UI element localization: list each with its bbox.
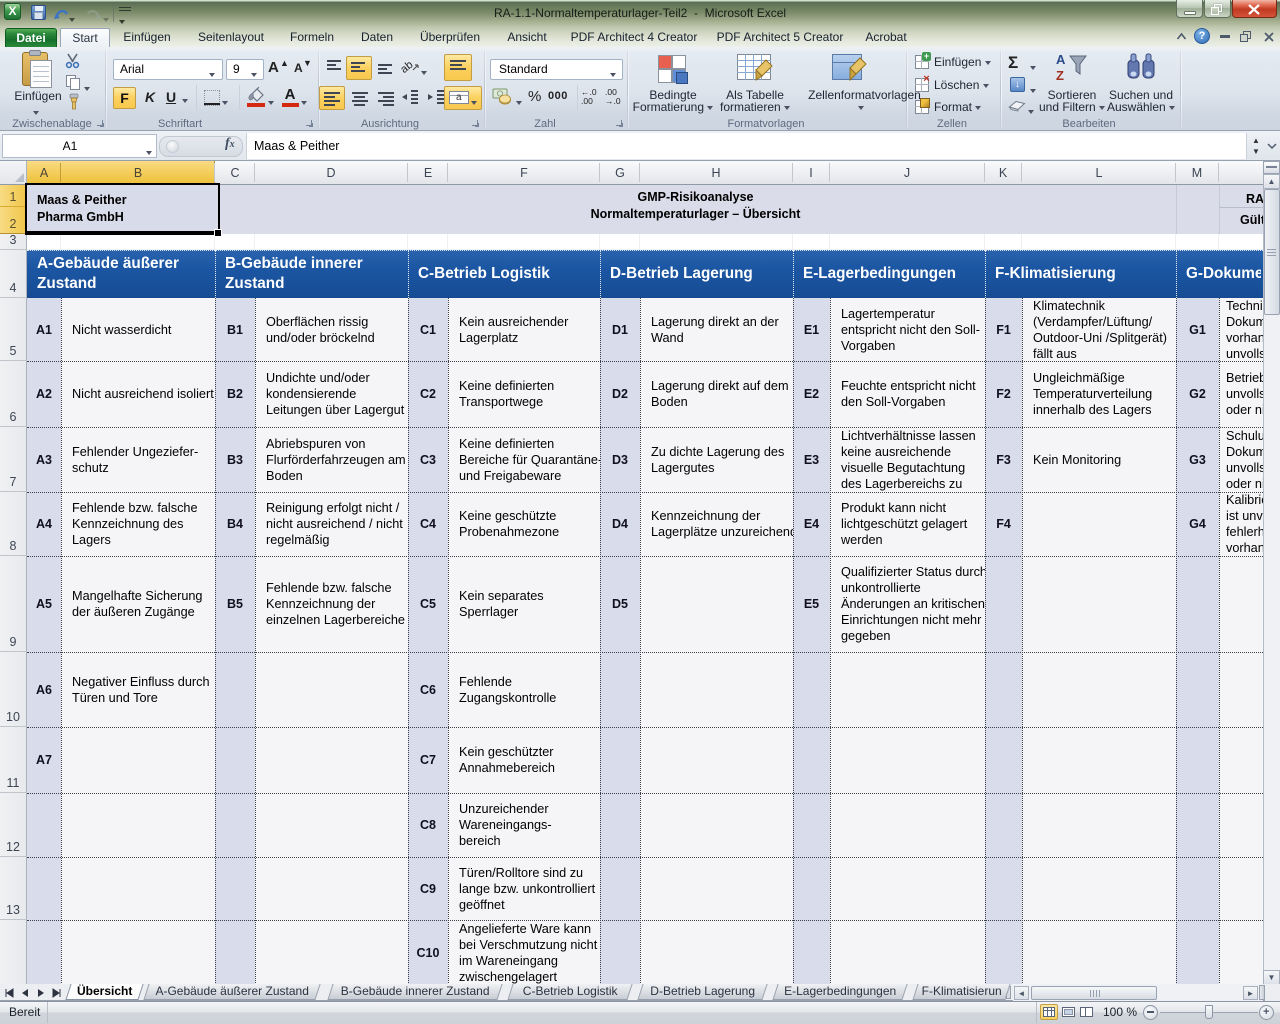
- svg-text:ab: ab: [400, 59, 415, 76]
